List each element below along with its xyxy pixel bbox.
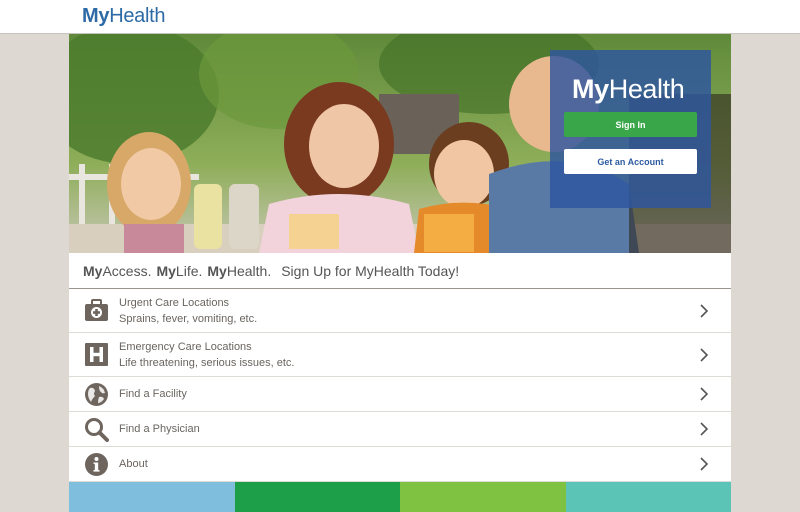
- list-item-subtitle: Sprains, fever, vomiting, etc.: [119, 312, 258, 325]
- tagline-word-1: Access.: [102, 262, 152, 279]
- chevron-right-icon: [700, 457, 709, 471]
- chevron-right-icon: [700, 347, 709, 362]
- color-tiles: [69, 482, 731, 512]
- info-icon: [85, 452, 108, 476]
- login-logo: MyHealth: [572, 74, 685, 104]
- tagline-word-3: Health.: [226, 262, 272, 279]
- search-icon: [85, 417, 109, 442]
- tile-2[interactable]: [234, 482, 400, 512]
- sign-in-button[interactable]: Sign In: [564, 112, 697, 137]
- list-item-find-facility[interactable]: Find a Facility: [69, 377, 731, 412]
- chevron-right-icon: [700, 422, 709, 436]
- myhealth-logo[interactable]: MyHealth: [82, 5, 166, 28]
- list-item-title: Find a Physician: [119, 423, 200, 435]
- chevron-right-icon: [700, 387, 709, 401]
- login-panel: MyHealth Sign In Get an Account: [550, 50, 711, 208]
- hospital-icon: [85, 343, 108, 366]
- menu-list: Urgent Care Locations Sprains, fever, vo…: [69, 289, 731, 482]
- tile-3[interactable]: [400, 482, 566, 512]
- tagline-word-2: Life.: [175, 262, 203, 279]
- tagline-cta[interactable]: Sign Up for MyHealth Today!: [281, 263, 459, 279]
- list-item-title: Emergency Care Locations: [119, 340, 252, 353]
- list-item-urgent-care[interactable]: Urgent Care Locations Sprains, fever, vo…: [69, 289, 731, 333]
- list-item-emergency-care[interactable]: Emergency Care Locations Life threatenin…: [69, 333, 731, 377]
- list-item-find-physician[interactable]: Find a Physician: [69, 412, 731, 447]
- list-item-title: Urgent Care Locations: [119, 296, 230, 309]
- list-item-subtitle: Life threatening, serious issues, etc.: [119, 356, 295, 369]
- list-item-about[interactable]: About: [69, 447, 731, 482]
- chevron-right-icon: [700, 303, 709, 318]
- first-aid-kit-icon: [85, 299, 108, 321]
- list-item-title: About: [119, 458, 148, 470]
- get-account-button[interactable]: Get an Account: [564, 149, 697, 174]
- globe-icon: [85, 382, 108, 406]
- hero-image: MyHealth Sign In Get an Account: [69, 34, 731, 253]
- tagline-my-1: My: [83, 262, 103, 279]
- tagline: My Access. My Life. My Health. Sign Up for …: [69, 253, 731, 289]
- tile-1[interactable]: [69, 482, 235, 512]
- tagline-my-3: My: [207, 262, 227, 279]
- top-bar: MyHealth: [0, 0, 800, 34]
- tile-4[interactable]: [565, 482, 731, 512]
- list-item-title: Find a Facility: [119, 388, 187, 400]
- main-panel: MyHealth Sign In Get an Account My Access…: [69, 34, 731, 512]
- tagline-my-2: My: [156, 262, 176, 279]
